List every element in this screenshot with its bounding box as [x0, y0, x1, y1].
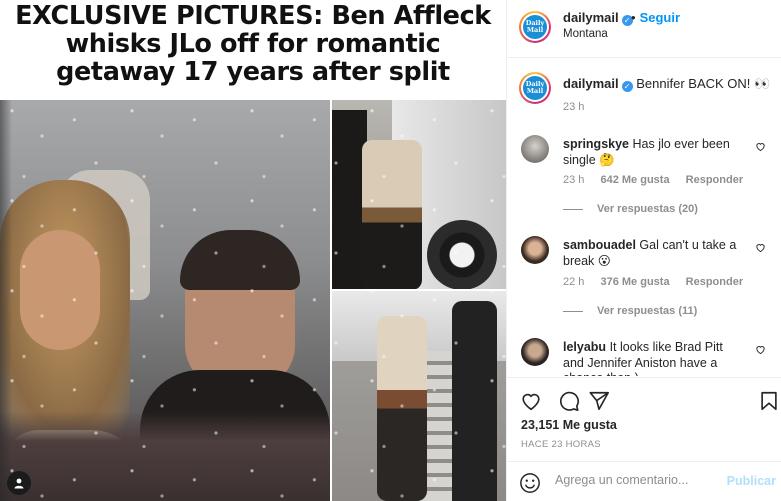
heart-icon[interactable] [755, 242, 766, 253]
headline-line: EXCLUSIVE PICTURES: Ben Affleck [15, 1, 491, 31]
daily-mail-logo: Daily Mail [523, 76, 547, 100]
headline-line: whisks JLo off for romantic [65, 29, 441, 59]
reply-button[interactable]: Responder [686, 174, 743, 186]
comment-username[interactable]: springskye [563, 137, 629, 151]
comment-meta: 23 h 642 Me gusta Responder [563, 174, 756, 186]
publish-button[interactable]: Publicar [727, 474, 776, 488]
post-caption: dailymail ✓ Bennifer BACK ON! 👀 [563, 76, 773, 92]
comment-text: sambouadel Gal can't u take a break 😮 [563, 238, 745, 269]
heart-icon[interactable] [755, 141, 766, 152]
view-replies-button[interactable]: Ver respuestas (11) [563, 305, 697, 317]
bookmark-icon[interactable] [758, 390, 780, 412]
verified-badge-icon: ✓ [621, 81, 633, 92]
follow-label[interactable]: Seguir [640, 10, 680, 25]
photo-figure [377, 316, 427, 501]
avatar[interactable] [521, 338, 549, 366]
avatar[interactable]: Daily Mail [519, 72, 551, 104]
user-icon [14, 478, 24, 489]
reply-button[interactable]: Responder [686, 276, 743, 288]
top-right-photo [332, 100, 506, 289]
view-replies-button[interactable]: Ver respuestas (20) [563, 203, 698, 215]
post-timestamp[interactable]: HACE 23 HORAS [521, 439, 601, 450]
plane-wheel [427, 220, 497, 289]
car-window-frame [0, 100, 330, 501]
logo-text: Mail [526, 87, 544, 95]
view-replies-label[interactable]: Ver respuestas (20) [597, 203, 698, 215]
headline-line: getaway 17 years after split [56, 57, 450, 87]
add-comment-bar: Publicar [507, 461, 781, 501]
photo-figure [362, 140, 422, 289]
comment-likes[interactable]: 642 Me gusta [600, 174, 669, 186]
follow-button[interactable]: • Seguir [631, 10, 680, 25]
likes-count[interactable]: 23,151 Me gusta [521, 418, 617, 432]
comment-text: springskye Has jlo ever been single 🤔 [563, 137, 745, 168]
comment-username[interactable]: sambouadel [563, 238, 636, 252]
post-header: Daily Mail dailymail ✓ • Seguir Montana [507, 0, 781, 58]
comment-username[interactable]: lelyabu [563, 340, 606, 354]
daily-mail-logo: Daily Mail [523, 15, 547, 39]
post-sidebar: Daily Mail dailymail ✓ • Seguir Montana Da… [506, 0, 781, 501]
caption-text: Bennifer BACK ON! 👀 [636, 76, 771, 91]
comment-meta: 22 h 376 Me gusta Responder [563, 276, 756, 288]
separator: • [631, 10, 636, 25]
heart-icon[interactable] [755, 344, 766, 355]
comment-icon[interactable] [558, 390, 580, 412]
view-replies-label[interactable]: Ver respuestas (11) [597, 305, 697, 317]
paper-plane-icon[interactable] [588, 390, 610, 412]
avatar[interactable] [521, 236, 549, 264]
post-media[interactable]: EXCLUSIVE PICTURES: Ben Affleck whisks J… [0, 0, 506, 501]
comment-time[interactable]: 22 h [563, 276, 584, 288]
comments-list[interactable]: Daily Mail dailymail ✓ Bennifer BACK ON! … [507, 58, 781, 376]
comment-time[interactable]: 23 h [563, 174, 584, 186]
location-link[interactable]: Montana [563, 28, 608, 40]
bottom-right-photo [332, 291, 506, 501]
comment-input[interactable] [555, 473, 715, 487]
photo-figure [452, 301, 497, 501]
smiley-icon[interactable] [519, 472, 541, 494]
avatar[interactable] [521, 135, 549, 163]
username-text[interactable]: dailymail [563, 10, 619, 25]
divider [563, 208, 583, 210]
comment-likes[interactable]: 376 Me gusta [600, 276, 669, 288]
caption-timestamp[interactable]: 23 h [563, 101, 584, 113]
avatar[interactable]: Daily Mail [519, 11, 551, 43]
heart-icon[interactable] [520, 390, 542, 412]
logo-text: Mail [526, 26, 544, 34]
divider [563, 310, 583, 312]
post-actions: 23,151 Me gusta HACE 23 HORAS Publicar [507, 377, 781, 501]
main-photo [0, 100, 330, 501]
media-headline: EXCLUSIVE PICTURES: Ben Affleck whisks J… [0, 2, 506, 86]
comment-text: lelyabu It looks like Brad Pitt and Jenn… [563, 340, 745, 376]
header-username[interactable]: dailymail ✓ [563, 10, 633, 26]
user-tag-button[interactable] [7, 471, 31, 495]
caption-username[interactable]: dailymail [563, 76, 619, 91]
